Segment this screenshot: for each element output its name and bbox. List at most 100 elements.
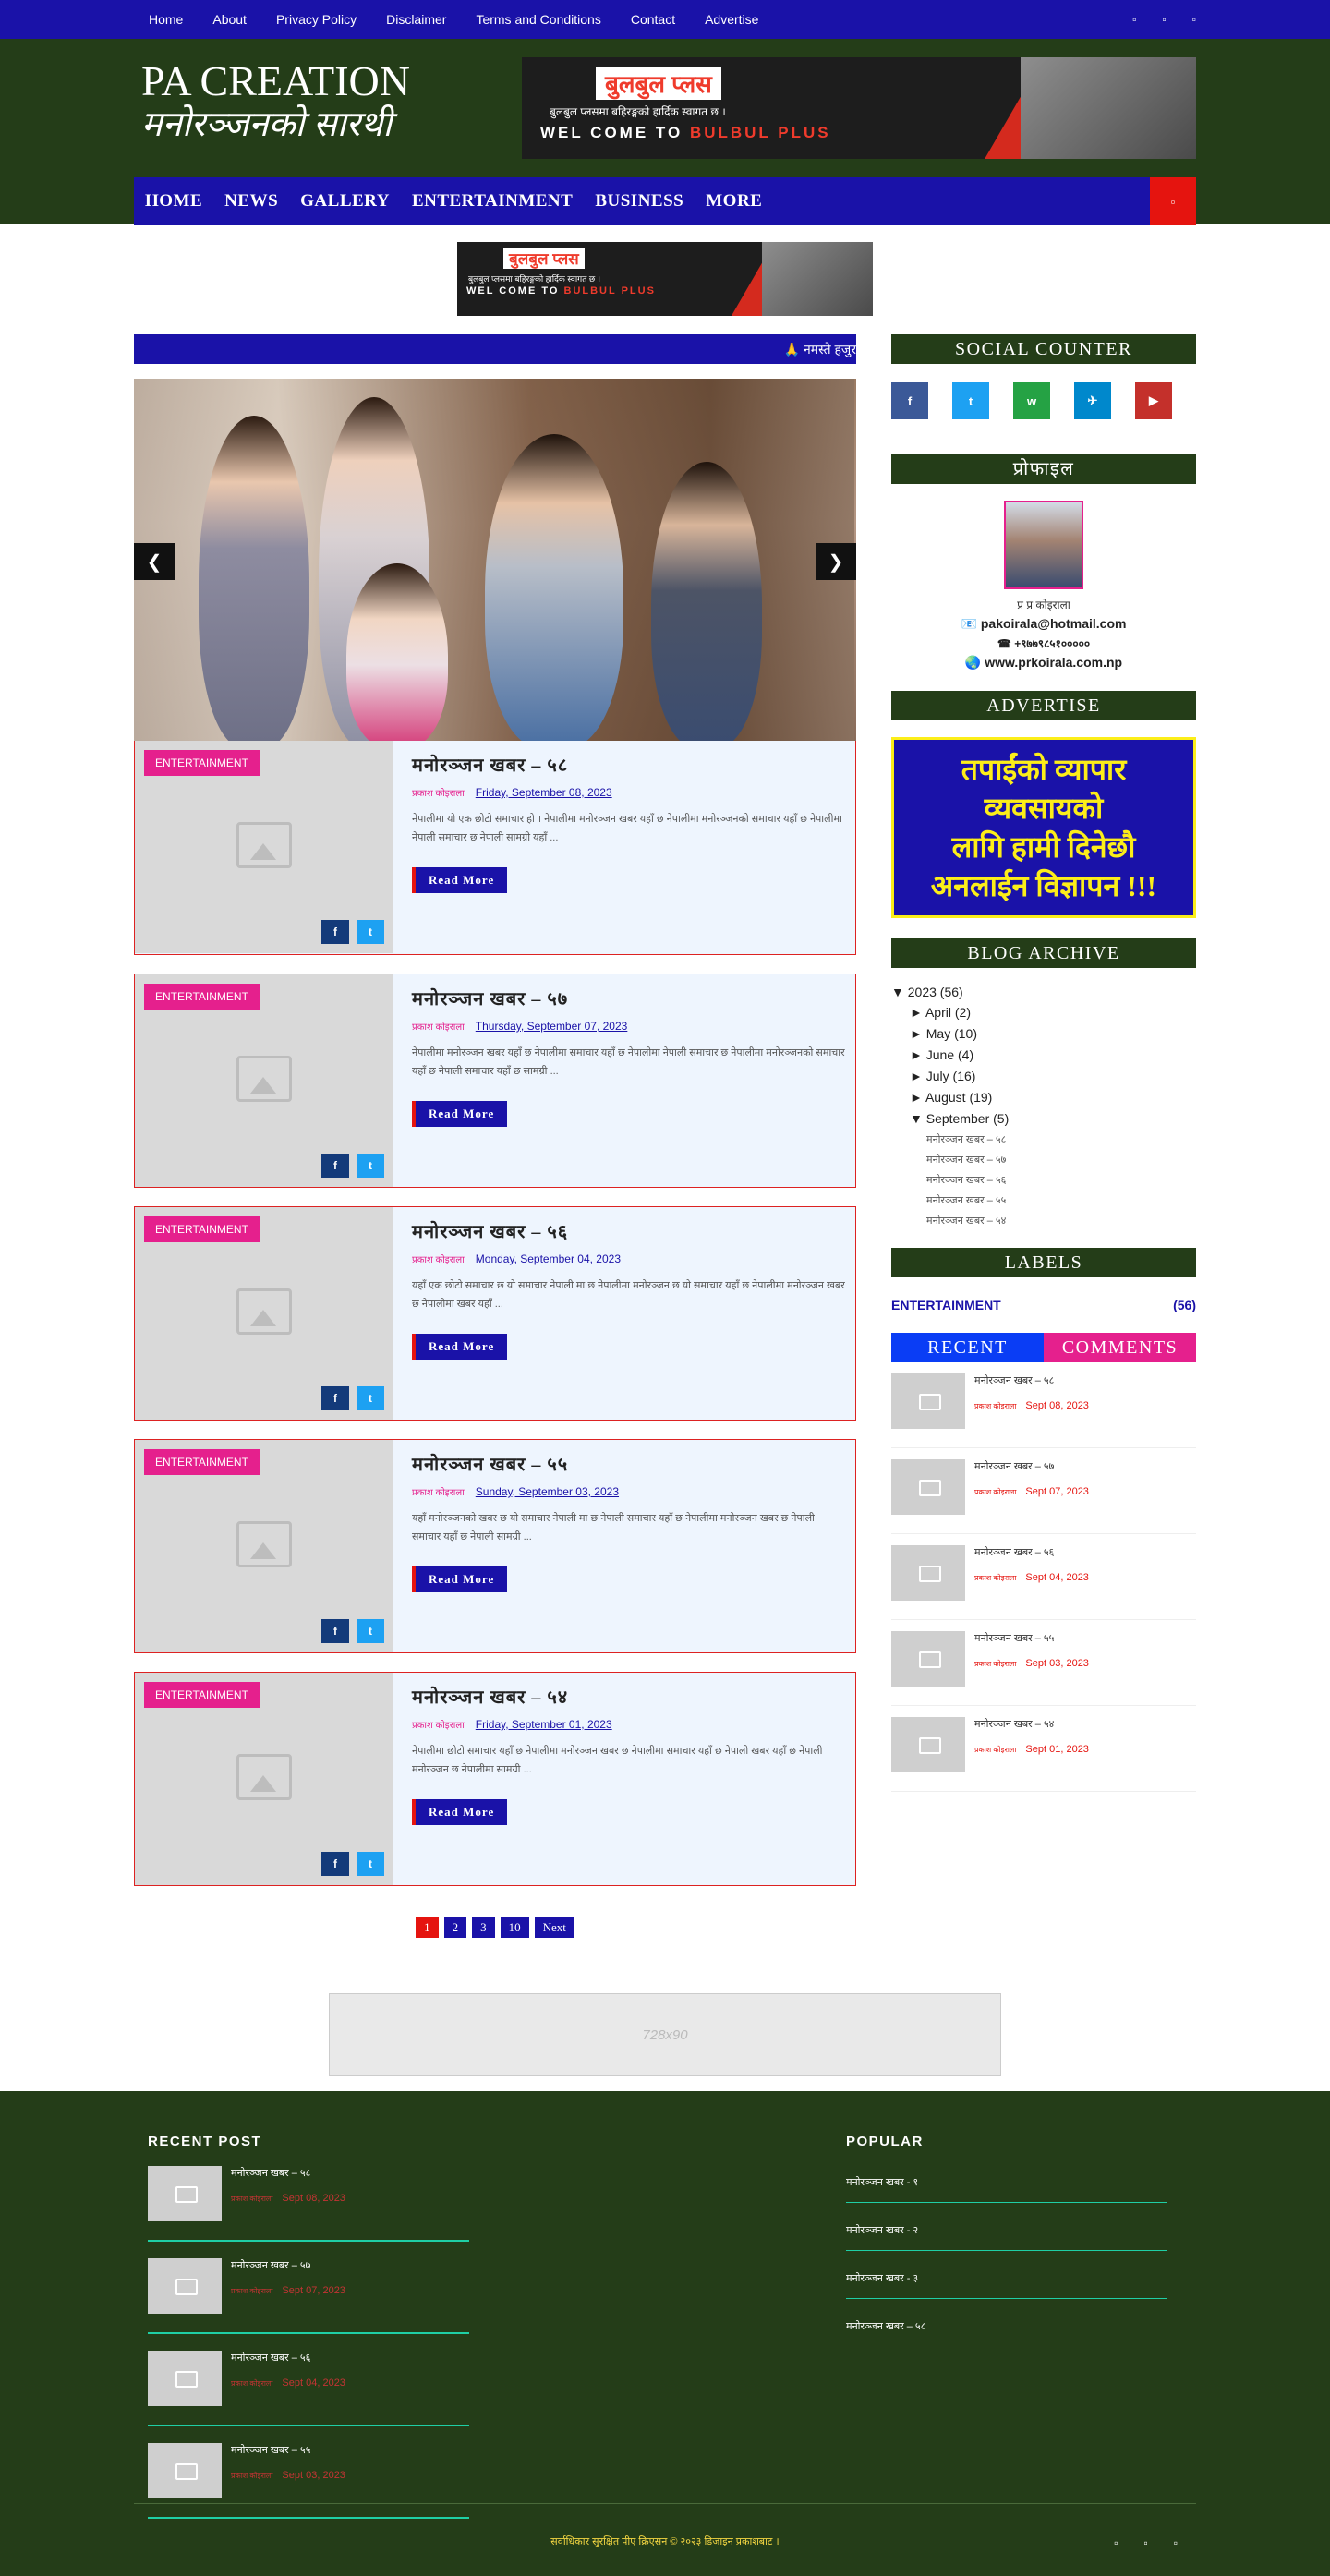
- slider-prev-button[interactable]: ❮: [134, 543, 175, 580]
- read-more-button[interactable]: Read More: [412, 1566, 508, 1592]
- nav-entertainment[interactable]: ENTERTAINMENT: [401, 191, 584, 212]
- post-author[interactable]: प्रकाश कोइराला: [412, 1252, 465, 1265]
- footer-recent-title[interactable]: मनोरञ्जन खबर – ५६: [231, 2351, 345, 2364]
- post-author[interactable]: प्रकाश कोइराला: [412, 1020, 465, 1033]
- archive-month[interactable]: ► April (2): [891, 1005, 1196, 1020]
- post-card[interactable]: ENTERTAINMENT f t मनोरञ्जन खबर – ५४ प्रक…: [134, 1672, 856, 1886]
- footer-recent-item[interactable]: मनोरञ्जन खबर – ५५ प्रकाश कोइराला Sept 03,…: [148, 2426, 469, 2519]
- top-link-disclaimer[interactable]: Disclaimer: [371, 12, 461, 27]
- top-link-about[interactable]: About: [198, 12, 261, 27]
- post-title[interactable]: मनोरञ्जन खबर – ५५: [412, 1451, 846, 1476]
- post-card[interactable]: ENTERTAINMENT f t मनोरञ्जन खबर – ५७ प्रक…: [134, 974, 856, 1188]
- footer-recent-thumbnail[interactable]: [148, 2443, 222, 2498]
- facebook-share-icon[interactable]: f: [321, 1386, 349, 1410]
- facebook-share-icon[interactable]: f: [321, 1852, 349, 1876]
- post-card[interactable]: ENTERTAINMENT f t मनोरञ्जन खबर – ५६ प्रक…: [134, 1206, 856, 1421]
- archive-month[interactable]: ► August (19): [891, 1090, 1196, 1105]
- facebook-share-icon[interactable]: f: [321, 920, 349, 944]
- tab-recent[interactable]: RECENT: [891, 1333, 1044, 1362]
- leaderboard-ad[interactable]: 728x90: [329, 1993, 1001, 2076]
- read-more-button[interactable]: Read More: [412, 1799, 508, 1825]
- post-author[interactable]: प्रकाश कोइराला: [412, 1485, 465, 1498]
- post-title[interactable]: मनोरञ्जन खबर – ५७: [412, 986, 846, 1010]
- post-date[interactable]: Thursday, September 07, 2023: [476, 1020, 628, 1033]
- archive-month[interactable]: ► July (16): [891, 1069, 1196, 1083]
- recent-thumbnail[interactable]: [891, 1545, 965, 1601]
- telegram-icon[interactable]: ✈: [1074, 382, 1111, 419]
- post-title[interactable]: मनोरञ्जन खबर – ५४: [412, 1684, 846, 1709]
- footer-recent-item[interactable]: मनोरञ्जन खबर – ५६ प्रकाश कोइराला Sept 04,…: [148, 2334, 469, 2426]
- nav-business[interactable]: BUSINESS: [584, 191, 695, 212]
- recent-post-item[interactable]: मनोरञ्जन खबर – ५६ प्रकाश कोइराला Sept 04,…: [891, 1534, 1196, 1620]
- page-2[interactable]: 2: [443, 1917, 467, 1938]
- page-1[interactable]: 1: [416, 1917, 439, 1938]
- page-next[interactable]: Next: [534, 1917, 574, 1938]
- post-category-badge[interactable]: ENTERTAINMENT: [144, 1682, 260, 1708]
- news-ticker[interactable]: 🙏 नमस्ते हजुर: [134, 334, 856, 364]
- post-thumbnail[interactable]: ENTERTAINMENT f t: [135, 1673, 393, 1885]
- top-link-contact[interactable]: Contact: [616, 12, 690, 27]
- post-title[interactable]: मनोरञ्जन खबर – ५८: [412, 752, 846, 777]
- recent-post-item[interactable]: मनोरञ्जन खबर – ५५ प्रकाश कोइराला Sept 03,…: [891, 1620, 1196, 1706]
- archive-month[interactable]: ► May (10): [891, 1026, 1196, 1041]
- twitter-icon[interactable]: ▫: [1162, 13, 1166, 26]
- facebook-icon[interactable]: ▫: [1114, 2536, 1118, 2549]
- twitter-icon[interactable]: t: [952, 382, 989, 419]
- twitter-share-icon[interactable]: t: [357, 1619, 384, 1643]
- post-card[interactable]: ENTERTAINMENT f t मनोरञ्जन खबर – ५५ प्रक…: [134, 1439, 856, 1653]
- top-link-terms[interactable]: Terms and Conditions: [461, 12, 615, 27]
- archive-year[interactable]: ▼ 2023 (56): [891, 985, 1196, 999]
- recent-thumbnail[interactable]: [891, 1373, 965, 1429]
- archive-post-link[interactable]: मनोरञ्जन खबर – ५४: [891, 1214, 1196, 1228]
- post-card[interactable]: ENTERTAINMENT f t मनोरञ्जन खबर – ५८ प्रक…: [134, 741, 856, 955]
- post-category-badge[interactable]: ENTERTAINMENT: [144, 750, 260, 776]
- recent-post-item[interactable]: मनोरञ्जन खबर – ५७ प्रकाश कोइराला Sept 07,…: [891, 1448, 1196, 1534]
- footer-recent-title[interactable]: मनोरञ्जन खबर – ५५: [231, 2443, 345, 2457]
- slider-next-button[interactable]: ❯: [816, 543, 856, 580]
- archive-post-link[interactable]: मनोरञ्जन खबर – ५८: [891, 1132, 1196, 1146]
- top-link-home[interactable]: Home: [134, 12, 198, 27]
- mid-banner[interactable]: बुलबुल प्लस बुलबुल प्लसमा बहिरङ्गको हार्…: [457, 242, 873, 316]
- whatsapp-icon[interactable]: w: [1013, 382, 1050, 419]
- post-thumbnail[interactable]: ENTERTAINMENT f t: [135, 1440, 393, 1652]
- post-date[interactable]: Monday, September 04, 2023: [476, 1252, 621, 1265]
- recent-thumbnail[interactable]: [891, 1717, 965, 1772]
- post-title[interactable]: मनोरञ्जन खबर – ५६: [412, 1218, 846, 1243]
- nav-home[interactable]: HOME: [134, 191, 213, 212]
- recent-post-item[interactable]: मनोरञ्जन खबर – ५८ प्रकाश कोइराला Sept 08,…: [891, 1362, 1196, 1448]
- recent-title[interactable]: मनोरञ्जन खबर – ५४: [974, 1717, 1089, 1731]
- recent-title[interactable]: मनोरञ्जन खबर – ५८: [974, 1373, 1089, 1387]
- popular-item[interactable]: मनोरञ्जन खबर - ३: [846, 2251, 1167, 2299]
- post-category-badge[interactable]: ENTERTAINMENT: [144, 1216, 260, 1242]
- site-logo[interactable]: PA CREATION मनोरञ्जनको सारथी: [141, 57, 410, 144]
- post-thumbnail[interactable]: ENTERTAINMENT f t: [135, 741, 393, 953]
- archive-post-link[interactable]: मनोरञ्जन खबर – ५७: [891, 1153, 1196, 1167]
- post-category-badge[interactable]: ENTERTAINMENT: [144, 1449, 260, 1475]
- post-thumbnail[interactable]: ENTERTAINMENT f t: [135, 1207, 393, 1420]
- twitter-share-icon[interactable]: t: [357, 920, 384, 944]
- nav-news[interactable]: NEWS: [213, 191, 289, 212]
- post-thumbnail[interactable]: ENTERTAINMENT f t: [135, 974, 393, 1187]
- popular-item[interactable]: मनोरञ्जन खबर - २: [846, 2203, 1167, 2251]
- top-link-privacy[interactable]: Privacy Policy: [261, 12, 371, 27]
- read-more-button[interactable]: Read More: [412, 867, 508, 893]
- archive-post-link[interactable]: मनोरञ्जन खबर – ५६: [891, 1173, 1196, 1187]
- post-author[interactable]: प्रकाश कोइराला: [412, 786, 465, 799]
- top-link-advertise[interactable]: Advertise: [690, 12, 773, 27]
- post-category-badge[interactable]: ENTERTAINMENT: [144, 984, 260, 1010]
- archive-post-link[interactable]: मनोरञ्जन खबर – ५५: [891, 1193, 1196, 1207]
- recent-post-item[interactable]: मनोरञ्जन खबर – ५४ प्रकाश कोइराला Sept 01,…: [891, 1706, 1196, 1792]
- facebook-share-icon[interactable]: f: [321, 1154, 349, 1178]
- recent-thumbnail[interactable]: [891, 1459, 965, 1515]
- page-3[interactable]: 3: [472, 1917, 495, 1938]
- post-date[interactable]: Friday, September 08, 2023: [476, 786, 612, 799]
- recent-title[interactable]: मनोरञ्जन खबर – ५६: [974, 1545, 1089, 1559]
- popular-item[interactable]: मनोरञ्जन खबर – ५८: [846, 2299, 1167, 2346]
- post-date[interactable]: Friday, September 01, 2023: [476, 1718, 612, 1731]
- youtube-icon[interactable]: ▶: [1135, 382, 1172, 419]
- youtube-icon[interactable]: ▫: [1192, 13, 1196, 26]
- footer-recent-thumbnail[interactable]: [148, 2351, 222, 2406]
- twitter-share-icon[interactable]: t: [357, 1852, 384, 1876]
- recent-title[interactable]: मनोरञ्जन खबर – ५७: [974, 1459, 1089, 1473]
- post-date[interactable]: Sunday, September 03, 2023: [476, 1485, 619, 1498]
